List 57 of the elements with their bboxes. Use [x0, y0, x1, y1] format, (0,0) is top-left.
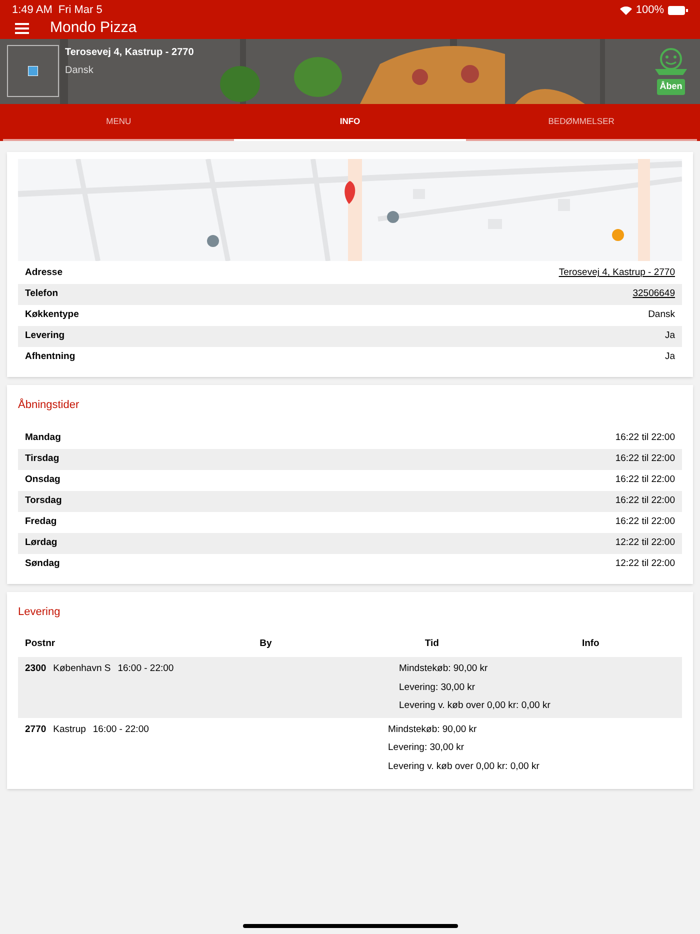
tab[interactable]: INFO [234, 104, 466, 141]
delivery-info: Levering: 30,00 kr [388, 741, 466, 756]
delivery-time: 16:00 - 22:00 [118, 662, 174, 676]
info-link[interactable]: Terosevej 4, Kastrup - 2770 [558, 266, 675, 281]
opening-hours: 16:22 til 22:00 [615, 494, 675, 508]
info-value: Ja [664, 350, 675, 364]
battery-icon [668, 6, 688, 14]
delivery-time: 16:00 - 22:00 [92, 723, 149, 737]
delivery-info: Levering v. køb over 0,00 kr: 0,00 kr [388, 760, 540, 774]
column-header: Tid [424, 637, 440, 651]
info-label: Levering [25, 329, 65, 344]
app-title: Mondo Pizza [50, 18, 137, 38]
delivery-info: Levering: 30,00 kr [399, 680, 476, 694]
info-label: Køkkentype [25, 308, 79, 322]
column-header: By [258, 637, 273, 651]
status-date: Fri Mar 5 [58, 2, 102, 18]
weekday: Onsdag [25, 472, 60, 487]
opening-hours: 12:22 til 22:00 [615, 536, 675, 550]
weekday: Torsdag [25, 494, 62, 508]
opening-hours: 16:22 til 22:00 [615, 472, 675, 487]
opening-hours: 12:22 til 22:00 [615, 556, 675, 571]
postal-code: 2770 [25, 723, 46, 737]
wifi-icon [620, 6, 632, 14]
weekday: Søndag [25, 556, 60, 571]
opening-hours: 16:22 til 22:00 [615, 514, 675, 529]
info-label: Adresse [25, 266, 62, 280]
menu-icon[interactable] [15, 23, 29, 34]
delivery-info: Mindstekøb: 90,00 kr [399, 662, 489, 676]
weekday: Fredag [25, 514, 57, 529]
delivery-info: Levering v. køb over 0,00 kr: 0,00 kr [399, 698, 550, 713]
opening-hours: 16:22 til 22:00 [615, 430, 675, 445]
tab[interactable]: MENU [3, 104, 234, 141]
smiley-icon [653, 47, 689, 77]
tab[interactable]: BEDØMMELSER [466, 104, 697, 141]
info-value: Ja [664, 329, 675, 344]
missing-image-icon [28, 66, 38, 76]
section-title: Åbningstider [18, 397, 80, 413]
column-header: Info [580, 637, 600, 651]
cuisine-type: Dansk [65, 64, 94, 78]
status-time: 1:49 AM [12, 2, 52, 18]
battery-percent: 100% [636, 2, 664, 18]
city-name: Kastrup [53, 723, 86, 737]
section-title: Levering [18, 604, 62, 620]
info-value: Dansk [648, 308, 675, 322]
info-label: Afhentning [25, 350, 76, 364]
info-link[interactable]: 32506649 [632, 287, 675, 302]
weekday: Mandag [25, 430, 61, 445]
weekday: Tirsdag [25, 452, 60, 466]
restaurant-address: Terosevej 4, Kastrup - 2770 [65, 46, 194, 60]
opening-hours: 16:22 til 22:00 [615, 452, 675, 466]
delivery-info: Mindstekøb: 90,00 kr [388, 723, 478, 737]
status-badge: Åben [656, 79, 686, 94]
weekday: Lørdag [25, 536, 58, 550]
city-name: København S [53, 662, 111, 676]
postal-code: 2300 [25, 662, 46, 676]
info-label: Telefon [25, 287, 58, 302]
column-header: Postnr [25, 637, 56, 651]
